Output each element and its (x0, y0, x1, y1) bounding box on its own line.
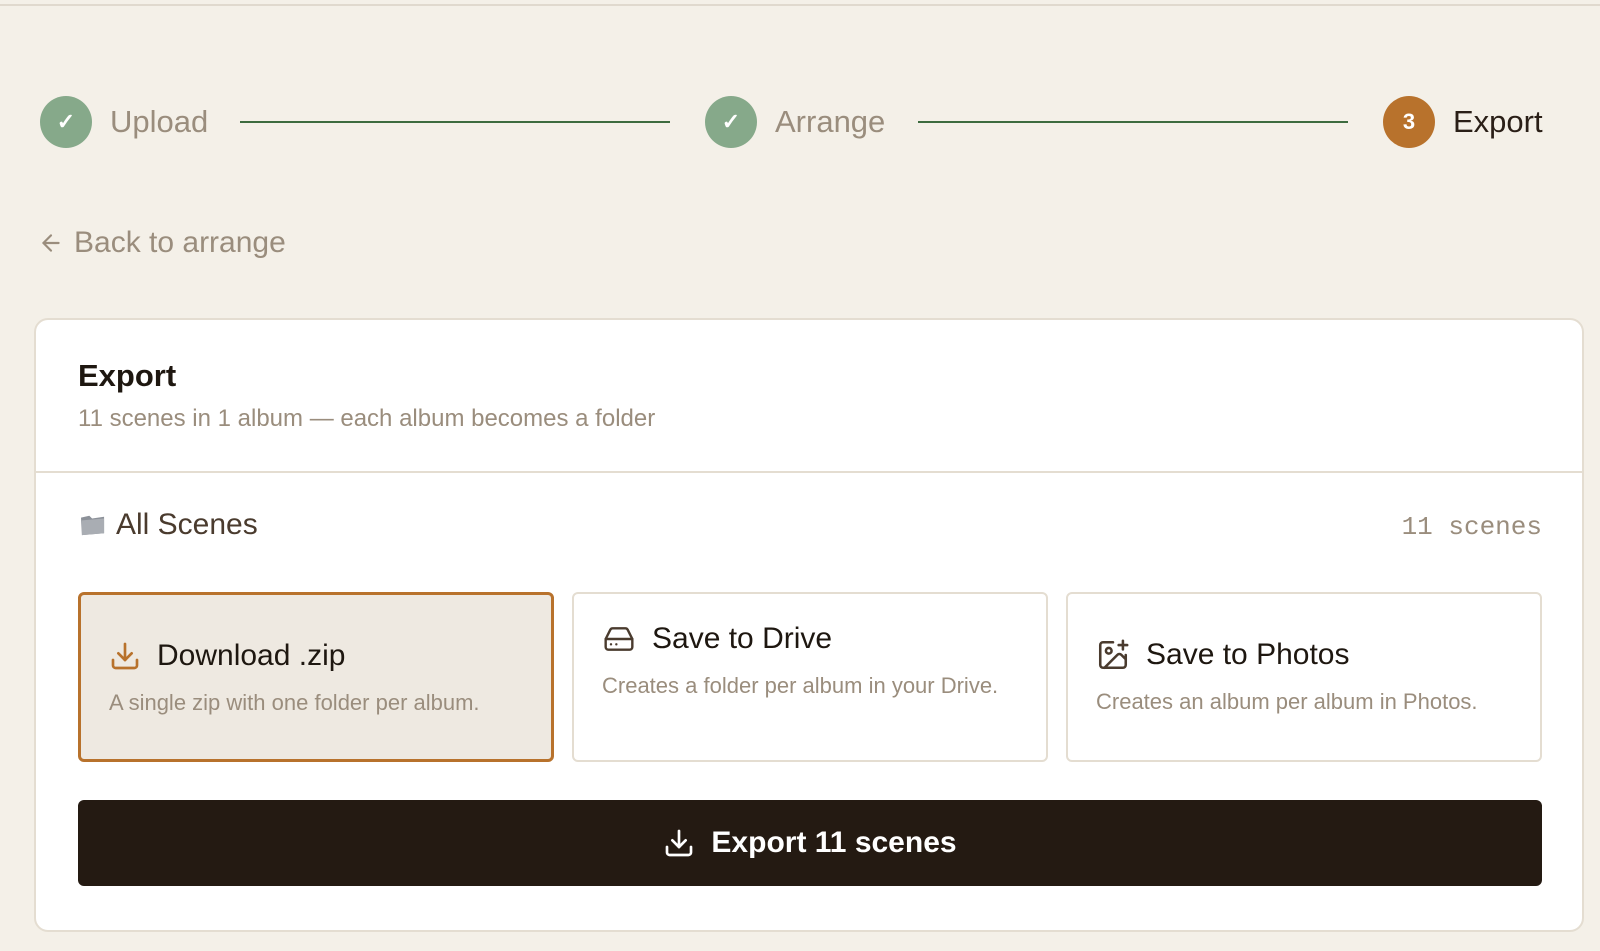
option-download-zip[interactable]: Download .zip A single zip with one fold… (78, 592, 554, 762)
drive-icon (604, 627, 634, 651)
export-card: Export 11 scenes in 1 album — each album… (34, 318, 1584, 932)
check-icon: ✓ (40, 96, 92, 148)
scene-count: 11 scenes (1401, 512, 1542, 542)
option-save-to-photos[interactable]: Save to Photos Creates an album per albu… (1066, 592, 1542, 762)
option-header: Download .zip (109, 639, 345, 673)
option-save-to-drive[interactable]: Save to Drive Creates a folder per album… (572, 592, 1048, 762)
back-to-arrange-link[interactable]: Back to arrange (36, 226, 286, 260)
option-title: Download .zip (157, 639, 346, 672)
option-header: Save to Drive (602, 622, 832, 656)
arrow-left-icon (42, 234, 60, 252)
album-name: All Scenes (78, 508, 258, 542)
download-icon (111, 642, 139, 670)
export-options: Download .zip A single zip with one fold… (78, 592, 1542, 762)
download-icon (666, 829, 693, 857)
option-description: A single zip with one folder per album. (109, 690, 480, 715)
step-label: Arrange (775, 104, 886, 139)
step-label: Export (1453, 104, 1543, 139)
step-label: Upload (110, 104, 209, 139)
folder-icon (81, 515, 105, 536)
album-row: All Scenes 11 scenes (78, 508, 1542, 548)
option-title: Save to Photos (1146, 638, 1350, 671)
card-title: Export (78, 358, 177, 393)
step-number-badge: 3 (1383, 96, 1435, 148)
step-connector (240, 121, 670, 123)
step-export: 3 Export (1383, 96, 1543, 148)
card-subtitle: 11 scenes in 1 album — each album become… (78, 405, 656, 432)
option-title: Save to Drive (652, 622, 833, 655)
image-plus-icon (1098, 639, 1129, 670)
progress-stepper: ✓ Upload ✓ Arrange 3 Export (40, 96, 1580, 148)
album-name-label: All Scenes (116, 508, 258, 541)
card-header: Export 11 scenes in 1 album — each album… (36, 320, 1582, 473)
check-icon: ✓ (705, 96, 757, 148)
export-button-label: Export 11 scenes (711, 826, 957, 859)
export-button[interactable]: Export 11 scenes (78, 800, 1542, 886)
option-description: Creates an album per album in Photos. (1096, 689, 1478, 714)
option-description: Creates a folder per album in your Drive… (602, 673, 999, 698)
option-header: Save to Photos (1096, 638, 1349, 672)
step-arrange[interactable]: ✓ Arrange (705, 96, 885, 148)
step-upload[interactable]: ✓ Upload (40, 96, 208, 148)
back-link-label: Back to arrange (74, 226, 286, 259)
step-connector (918, 121, 1348, 123)
top-divider (0, 0, 1600, 6)
